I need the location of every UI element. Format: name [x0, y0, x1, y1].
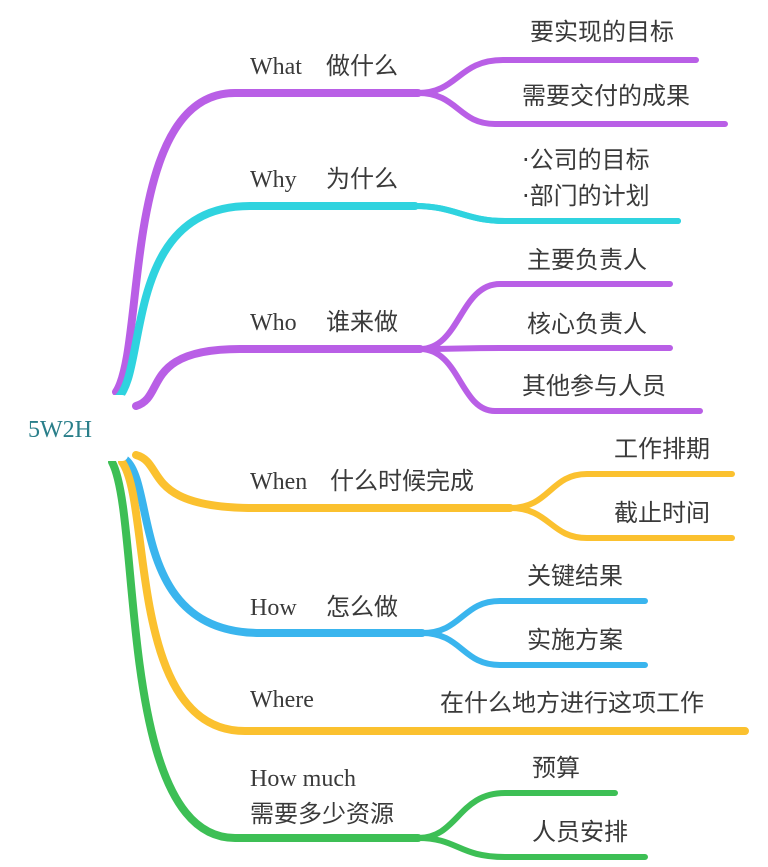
branch-how-label-cn[interactable]: 怎么做	[326, 593, 398, 621]
label-layer: What 做什么 要实现的目标需要交付的成果 Why 为什么 ·公司的目标 ·部门的计划 Wh…	[250, 18, 710, 846]
branch-who-label-en[interactable]: Who	[250, 310, 297, 336]
root-label: 5W2H	[28, 417, 92, 443]
mindmap-canvas: What 做什么 要实现的目标需要交付的成果 Why 为什么 ·公司的目标 ·部门的计划 Wh…	[0, 0, 768, 862]
branch-what-child-1-label[interactable]: 需要交付的成果	[522, 82, 690, 110]
branch-when-label-cn[interactable]: 什么时候完成	[330, 467, 474, 495]
branch-where-label-en[interactable]: Where	[250, 687, 314, 713]
mindmap-diagram: What 做什么 要实现的目标需要交付的成果 Why 为什么 ·公司的目标 ·部门的计划 Wh…	[20, 18, 749, 860]
branch-why-child-1-label[interactable]: ·部门的计划	[522, 182, 650, 210]
branch-why-label-en[interactable]: Why	[250, 167, 297, 193]
branch-when-child-0-label[interactable]: 工作排期	[614, 435, 710, 463]
branch-who-trunk	[132, 345, 424, 410]
branch-how-child-0-label[interactable]: 关键结果	[527, 562, 623, 590]
branch-howmuch-label-cn[interactable]: 需要多少资源	[250, 800, 394, 828]
branch-when-label-en[interactable]: When	[250, 469, 307, 495]
branch-howmuch-child-0-label[interactable]: 预算	[532, 754, 580, 782]
branch-who-child-2-label[interactable]: 其他参与人员	[522, 372, 666, 400]
branch-how-label-en[interactable]: How	[250, 595, 297, 621]
branch-who-label-cn[interactable]: 谁来做	[326, 308, 398, 336]
branch-where-child-0-label[interactable]: 在什么地方进行这项工作	[440, 689, 704, 717]
branch-who-child-0-label[interactable]: 主要负责人	[527, 246, 647, 274]
branch-howmuch-child-1-label[interactable]: 人员安排	[532, 818, 628, 846]
branch-howmuch-label-en[interactable]: How much	[250, 766, 356, 792]
branch-what-label-en[interactable]: What	[250, 54, 302, 80]
branch-why-child-0-label[interactable]: ·公司的目标	[522, 146, 650, 174]
branch-who-child-1-line	[417, 345, 673, 352]
branch-who-child-1-label[interactable]: 核心负责人	[527, 310, 647, 338]
root-node[interactable]: 5W2H	[20, 395, 128, 461]
branch-how-child-1-label[interactable]: 实施方案	[527, 626, 623, 654]
branch-when-child-1-label[interactable]: 截止时间	[614, 499, 710, 527]
branch-why-label-cn[interactable]: 为什么	[326, 165, 398, 193]
branch-what-child-0-label[interactable]: 要实现的目标	[530, 18, 674, 46]
branch-what-label-cn[interactable]: 做什么	[326, 52, 398, 80]
